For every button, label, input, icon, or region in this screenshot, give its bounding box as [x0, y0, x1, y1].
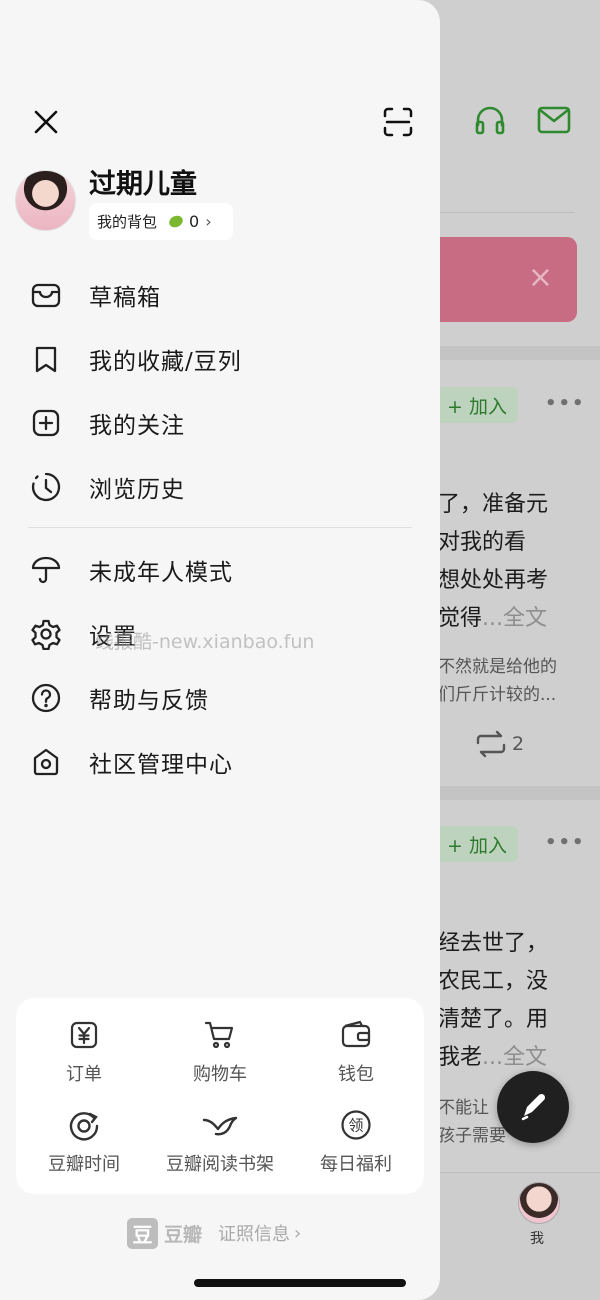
cart-icon [202, 1018, 238, 1052]
menu-divider [28, 527, 412, 528]
menu-label: 浏览历史 [89, 477, 185, 503]
gear-icon [28, 616, 64, 652]
tab-me-label[interactable]: 我 [530, 1228, 544, 1248]
inbox-icon [28, 277, 64, 313]
douban-logo: 豆 [127, 1217, 158, 1249]
divider [440, 212, 575, 213]
service-orders[interactable]: 订单 [16, 998, 152, 1086]
promo-banner[interactable]: × [430, 237, 577, 322]
bird-icon [202, 1108, 238, 1142]
close-icon [34, 110, 58, 134]
chevron-right-icon: › [205, 212, 212, 231]
post-text: 农民工，没 [438, 969, 549, 994]
join-button[interactable]: + 加入 [436, 826, 518, 862]
service-label: 豆瓣阅读书架 [166, 1154, 274, 1175]
bean-icon [167, 213, 185, 230]
scan-icon [383, 107, 413, 137]
menu-drafts[interactable]: 草稿箱 [28, 271, 418, 319]
post-text: 我老...全文 [438, 1045, 547, 1070]
post-text: 对我的看 [438, 530, 527, 555]
menu-help[interactable]: 帮助与反馈 [28, 674, 418, 722]
service-label: 购物车 [193, 1064, 247, 1085]
more-icon[interactable]: ••• [545, 832, 586, 853]
question-icon [28, 680, 64, 716]
yen-icon [66, 1018, 102, 1052]
service-label: 钱包 [338, 1064, 374, 1085]
service-douban-time[interactable]: 豆瓣时间 [16, 1088, 152, 1176]
plus-square-icon [28, 405, 64, 441]
home-indicator [194, 1279, 406, 1287]
clock-icon [28, 469, 64, 505]
read-more-link[interactable]: ...全文 [482, 606, 547, 631]
headphones-icon[interactable] [473, 103, 507, 141]
repost-count: 2 [512, 733, 525, 755]
menu-label: 我的收藏/豆列 [89, 349, 242, 375]
comment-preview: 不然就是给他的 [438, 657, 557, 677]
menu-favorites[interactable]: 我的收藏/豆列 [28, 335, 418, 383]
service-label: 豆瓣时间 [48, 1154, 120, 1175]
menu-following[interactable]: 我的关注 [28, 399, 418, 447]
watermark: 线报酷-new.xianbao.fun [95, 631, 315, 653]
post-text: 想处处再考 [438, 568, 549, 593]
menu-label: 我的关注 [89, 413, 185, 439]
mail-icon[interactable] [536, 103, 572, 141]
service-daily-benefit[interactable]: 领 每日福利 [288, 1088, 424, 1176]
bookmark-icon [28, 341, 64, 377]
close-icon[interactable]: × [528, 263, 553, 293]
username[interactable]: 过期儿童 [89, 162, 197, 201]
pen-icon [521, 1093, 546, 1121]
service-label: 每日福利 [320, 1154, 392, 1175]
comment-preview: 孩子需要 [438, 1126, 506, 1146]
service-bookshelf[interactable]: 豆瓣阅读书架 [152, 1088, 288, 1176]
post-text: 清楚了。用 [438, 1007, 549, 1032]
service-wallet[interactable]: 钱包 [288, 998, 424, 1086]
join-button[interactable]: + 加入 [436, 387, 518, 423]
menu-label: 社区管理中心 [89, 752, 233, 778]
menu-teen-mode[interactable]: 未成年人模式 [28, 546, 418, 594]
license-link[interactable]: 证照信息 [218, 1220, 290, 1246]
chevron-right-icon: › [294, 1222, 302, 1244]
service-label: 订单 [66, 1064, 102, 1085]
post-text: 经去世了， [438, 931, 549, 956]
scan-button[interactable] [380, 104, 416, 140]
gift-badge-icon: 领 [338, 1108, 374, 1142]
umbrella-icon [28, 552, 64, 588]
svg-text:领: 领 [348, 1117, 363, 1135]
bag-label: 我的背包 [97, 213, 158, 231]
tab-me-avatar[interactable] [518, 1182, 560, 1224]
side-drawer: 过期儿童 我的背包 0 › 草稿箱 我的收藏/豆列 我的关注 浏览历史 未成年人… [0, 0, 440, 1300]
post-text: 觉得...全文 [438, 606, 547, 631]
compose-button[interactable] [497, 1071, 569, 1143]
feed-separator [440, 786, 600, 800]
menu-label: 未成年人模式 [89, 560, 233, 586]
read-more-link[interactable]: ...全文 [482, 1045, 547, 1070]
close-button[interactable] [28, 104, 64, 140]
footer: 豆 豆瓣 证照信息 › [127, 1217, 301, 1249]
repost-icon [476, 730, 506, 758]
services-panel: 订单 购物车 钱包 豆瓣时间 豆瓣阅读书架 领 每日福利 [16, 998, 424, 1194]
douban-logo-text: 豆瓣 [164, 1223, 203, 1246]
menu-community[interactable]: 社区管理中心 [28, 738, 418, 786]
douban-time-icon [66, 1108, 102, 1142]
menu-label: 帮助与反馈 [89, 688, 209, 714]
feed-separator [440, 346, 600, 360]
shield-home-icon [28, 744, 64, 780]
wallet-icon [338, 1018, 374, 1052]
avatar[interactable] [15, 170, 76, 231]
comment-preview: 不能让 [438, 1098, 489, 1118]
post-text: 了，准备元 [438, 492, 549, 517]
my-bag-button[interactable]: 我的背包 0 › [89, 203, 233, 240]
comment-preview: 们斤斤计较的... [438, 685, 557, 705]
menu-history[interactable]: 浏览历史 [28, 463, 418, 511]
service-cart[interactable]: 购物车 [152, 998, 288, 1086]
bean-count: 0 [189, 212, 200, 231]
repost-button[interactable]: 2 [474, 730, 524, 758]
more-icon[interactable]: ••• [545, 393, 586, 414]
menu-label: 草稿箱 [89, 285, 161, 311]
